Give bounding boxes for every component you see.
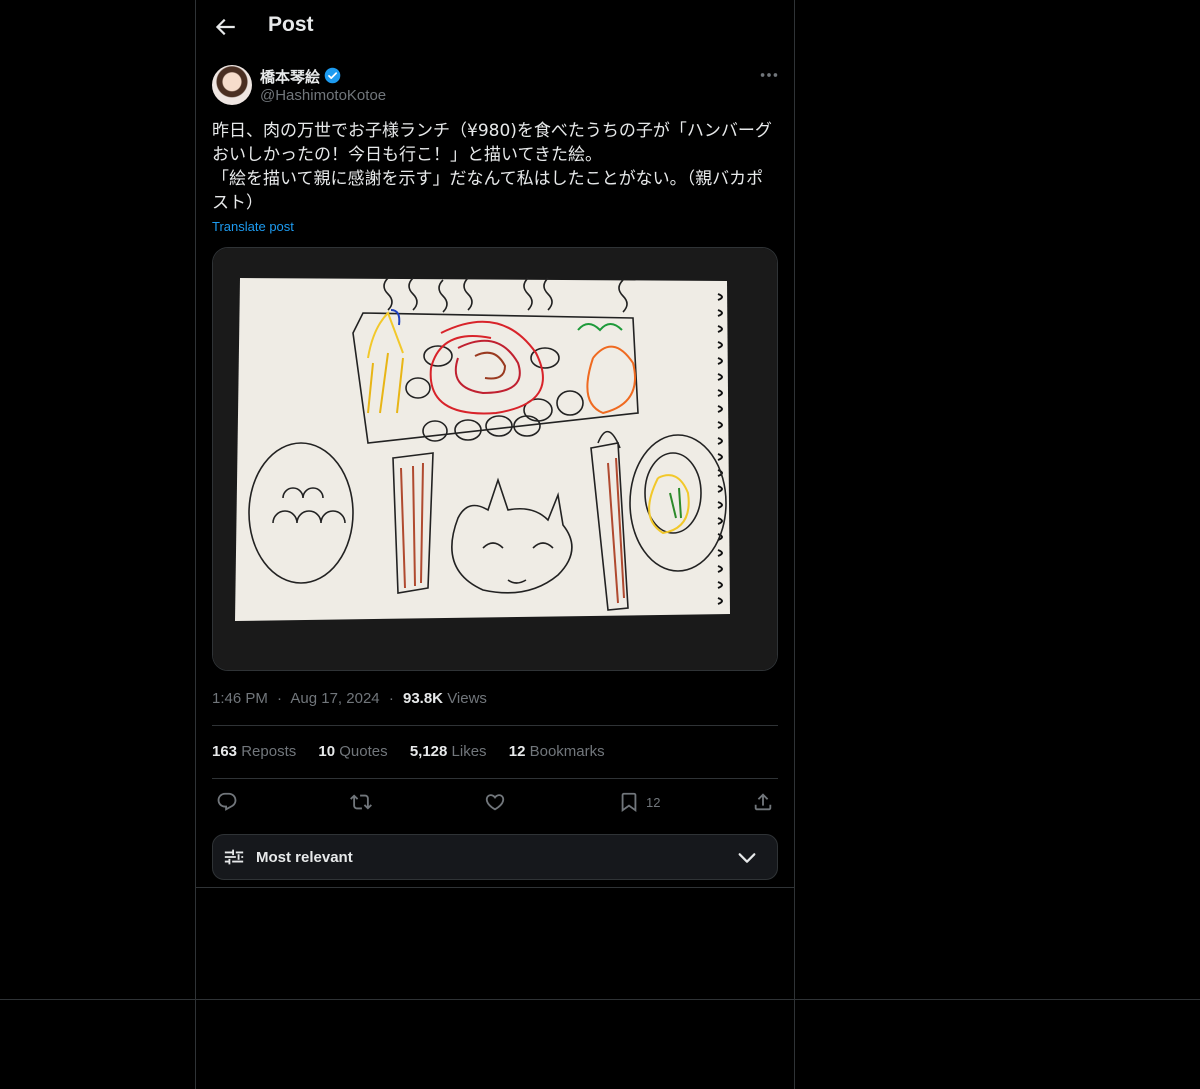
- sliders-icon: [224, 849, 244, 865]
- translate-post-link[interactable]: Translate post: [212, 219, 294, 234]
- reply-button[interactable]: [216, 791, 238, 813]
- repost-icon: [350, 794, 372, 810]
- post-meta: 1:46 PM · Aug 17, 2024 · 93.8K Views: [212, 690, 487, 707]
- share-button[interactable]: [752, 791, 774, 813]
- chevron-down-icon: [738, 853, 756, 863]
- bookmark-count: 12: [646, 794, 661, 810]
- reposts-stat[interactable]: 163 Reposts: [212, 743, 296, 760]
- divider: [212, 725, 778, 726]
- quotes-label: Quotes: [339, 743, 388, 760]
- post-media-image[interactable]: [212, 247, 778, 671]
- bookmarks-stat[interactable]: 12 Bookmarks: [509, 743, 605, 760]
- bookmark-icon: [621, 792, 637, 813]
- divider: [212, 778, 778, 779]
- verified-badge-icon: [324, 67, 341, 84]
- reply-icon: [217, 792, 237, 811]
- meta-dot: ·: [388, 690, 394, 707]
- reposts-count: 163: [212, 743, 238, 760]
- header: Post: [196, 0, 794, 54]
- likes-count: 5,128: [409, 743, 448, 760]
- avatar[interactable]: [212, 65, 252, 105]
- quotes-count: 10: [318, 743, 336, 760]
- like-icon: [485, 794, 505, 811]
- repost-button[interactable]: [350, 791, 372, 813]
- views-count: 93.8K: [402, 690, 444, 707]
- reposts-label: Reposts: [241, 743, 297, 760]
- engagement-stats: 163 Reposts 10 Quotes 5,128 Likes 12 Boo…: [212, 743, 623, 760]
- post-time[interactable]: 1:46 PM: [212, 690, 268, 707]
- likes-label: Likes: [451, 743, 487, 760]
- divider: [196, 887, 794, 888]
- author-name[interactable]: 橋本琴絵: [260, 66, 320, 87]
- more-icon[interactable]: [758, 64, 780, 86]
- page-title: Post: [268, 13, 314, 36]
- back-arrow-icon[interactable]: [212, 14, 238, 40]
- main-column: Post 橋本琴絵 @HashimotoKotoe 昨日、肉の万世でお子様ランチ…: [195, 0, 795, 1089]
- post-text: 昨日、肉の万世でお子様ランチ（¥980)を食べたうちの子が「ハンバーグおいしかっ…: [212, 121, 772, 213]
- sort-label: Most relevant: [256, 849, 353, 866]
- sort-replies-dropdown[interactable]: Most relevant: [212, 834, 778, 880]
- likes-stat[interactable]: 5,128 Likes: [410, 743, 487, 760]
- like-button[interactable]: [484, 791, 506, 813]
- views-label: Views: [447, 690, 487, 707]
- meta-dot: ·: [277, 690, 283, 707]
- bookmark-button[interactable]: 12: [618, 791, 660, 813]
- bookmarks-label: Bookmarks: [529, 743, 605, 760]
- child-drawing-photo: [213, 248, 777, 670]
- quotes-stat[interactable]: 10 Quotes: [318, 743, 387, 760]
- bookmarks-count: 12: [508, 743, 526, 760]
- author-handle[interactable]: @HashimotoKotoe: [260, 87, 386, 104]
- post-date[interactable]: Aug 17, 2024: [290, 690, 379, 707]
- share-icon: [754, 793, 772, 811]
